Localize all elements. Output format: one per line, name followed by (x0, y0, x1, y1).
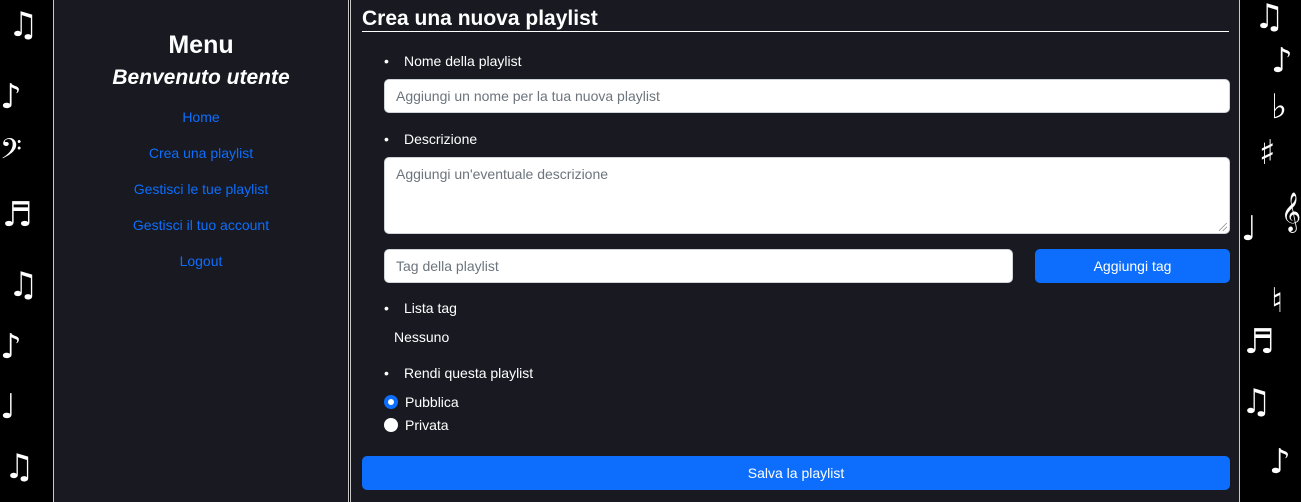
note-icon: ♪ (1269, 442, 1291, 482)
note-icon: ♪ (0, 77, 22, 117)
visibility-label: Rendi questa playlist (384, 364, 533, 382)
bass-clef-icon: 𝄢 (0, 133, 22, 173)
beamed-notes-icon: ♫ (8, 5, 39, 45)
welcome-text: Benvenuto utente (112, 66, 290, 89)
description-textarea[interactable]: Aggiungi un'eventuale descrizione (384, 157, 1230, 234)
sidebar-item-create-playlist[interactable]: Crea una playlist (54, 144, 348, 162)
flat-icon: ♭ (1271, 87, 1288, 127)
private-radio[interactable] (384, 418, 398, 432)
natural-icon: ♮ (1271, 281, 1284, 321)
add-tag-button[interactable]: Aggiungi tag (1035, 249, 1230, 283)
create-playlist-form: Crea una nuova playlist Nome della playl… (350, 0, 1240, 502)
sixteenth-notes-icon: ♬ (2, 195, 33, 235)
note-icon: ♩ (0, 387, 17, 427)
treble-clef-icon: 𝄞 (1281, 192, 1301, 232)
note-icon: ♪ (0, 327, 22, 367)
note-icon: ♩ (1241, 209, 1258, 249)
sidebar-item-home[interactable]: Home (54, 108, 348, 126)
beamed-notes-icon: ♫ (8, 265, 39, 305)
note-icon: ♪ (1271, 41, 1293, 81)
playlist-name-label: Nome della playlist (384, 52, 521, 70)
private-label: Privata (405, 417, 449, 433)
public-label: Pubblica (405, 394, 459, 410)
visibility-option-public[interactable]: Pubblica (384, 393, 459, 411)
tag-input[interactable]: Tag della playlist (384, 249, 1013, 283)
description-label: Descrizione (384, 130, 477, 148)
public-radio[interactable] (384, 395, 398, 409)
sidebar-nav: Home Crea una playlist Gestisci le tue p… (54, 108, 348, 270)
beamed-notes-icon: ♫ (1241, 382, 1272, 422)
save-playlist-button[interactable]: Salva la playlist (362, 456, 1230, 490)
sidebar-item-manage-account[interactable]: Gestisci il tuo account (54, 216, 348, 234)
tag-list-label: Lista tag (384, 299, 457, 317)
tag-list-empty-text: Nessuno (394, 329, 450, 345)
sixteenth-notes-icon: ♬ (1244, 322, 1275, 362)
page-title: Crea una nuova playlist (362, 7, 1229, 32)
sidebar: Menu Benvenuto utente Home Crea una play… (53, 0, 349, 502)
description-placeholder: Aggiungi un'eventuale descrizione (396, 166, 609, 182)
sidebar-item-manage-playlists[interactable]: Gestisci le tue playlist (54, 180, 348, 198)
music-notes-background-right: ♫ ♪ ♭ ♯ ♩ 𝄞 ♮ ♬ ♫ ♪ (1241, 0, 1301, 502)
playlist-name-input[interactable]: Aggiungi un nome per la tua nuova playli… (384, 79, 1230, 113)
beamed-notes-icon: ♫ (4, 447, 35, 487)
music-notes-background-left: ♫ ♪ 𝄢 ♬ ♫ ♪ ♩ ♫ (0, 0, 53, 502)
beamed-notes-icon: ♫ (1254, 0, 1285, 37)
resize-handle-icon[interactable] (1219, 223, 1227, 231)
sharp-icon: ♯ (1259, 133, 1276, 173)
sidebar-item-logout[interactable]: Logout (54, 252, 348, 270)
visibility-option-private[interactable]: Privata (384, 416, 449, 434)
menu-heading: Menu (168, 31, 234, 59)
